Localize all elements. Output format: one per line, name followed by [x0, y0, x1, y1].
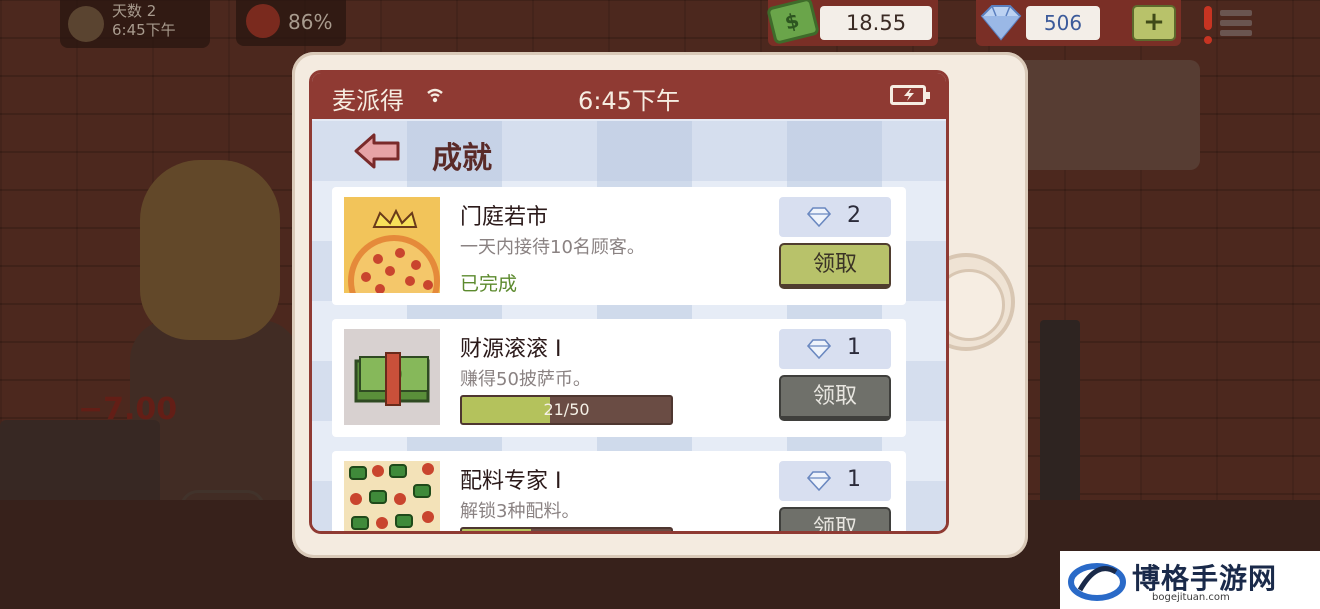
claim-button[interactable]: 领取 — [779, 375, 891, 421]
menu-icon[interactable] — [1220, 10, 1252, 42]
reward-amount: 1 — [847, 467, 861, 492]
satisfaction-value: 86% — [288, 10, 333, 34]
progress-fill — [462, 529, 531, 531]
phone-time: 6:45下午 — [578, 87, 680, 115]
diamond-icon — [806, 471, 832, 492]
angry-face-icon — [246, 4, 280, 38]
sun-icon — [68, 6, 104, 42]
pizza-crown-icon — [344, 197, 440, 293]
progress-bar: 21/50 — [460, 395, 673, 425]
satisfaction-panel: 86% — [236, 0, 346, 46]
progress-bar — [460, 527, 673, 531]
diamond-icon — [980, 5, 1022, 41]
phone-screen: 麦派得 6:45下午 成就 门庭若市 一天内接待10名顾客。 已完成 2 领取 … — [309, 70, 949, 534]
achievement-card: 配料专家 Ⅰ 解锁3种配料。 1 领取 — [332, 451, 906, 531]
achievement-name: 配料专家 Ⅰ — [460, 469, 562, 494]
cash-value: 18.55 — [820, 6, 932, 40]
phone-status-bar: 麦派得 6:45下午 — [312, 73, 946, 119]
achievement-name: 门庭若市 — [460, 205, 549, 230]
reward-amount: 1 — [847, 335, 861, 360]
diamond-icon — [806, 339, 832, 360]
achievement-card: 门庭若市 一天内接待10名顾客。 已完成 2 领取 — [332, 187, 906, 305]
watermark-logo-icon — [1068, 563, 1126, 601]
alert-icon[interactable] — [1201, 6, 1215, 46]
gem-value: 506 — [1026, 6, 1100, 40]
day-label: 天数 — [112, 2, 143, 20]
completed-status: 已完成 — [460, 273, 518, 295]
watermark-url: bogejituan.com — [1152, 592, 1230, 603]
watermark-title: 博格手游网 — [1132, 562, 1278, 595]
toppings-icon — [344, 461, 440, 531]
claim-button[interactable]: 领取 — [779, 243, 891, 289]
day-clock-panel: 天数 2 6:45下午 — [60, 0, 210, 48]
battery-icon — [890, 85, 930, 105]
claim-button[interactable]: 领取 — [779, 507, 891, 531]
money-bill-icon — [766, 0, 820, 45]
reward-badge: 1 — [779, 329, 891, 369]
reward-badge: 2 — [779, 197, 891, 237]
page-title: 成就 — [432, 141, 492, 176]
day-value: 2 — [146, 2, 157, 20]
cash-stack-icon — [344, 329, 440, 425]
gem-panel: 506 + — [976, 0, 1181, 46]
site-watermark: 博格手游网 bogejituan.com — [1060, 551, 1320, 609]
reward-amount: 2 — [847, 203, 861, 228]
achievement-name: 财源滚滚 Ⅰ — [460, 337, 562, 362]
reward-badge: 1 — [779, 461, 891, 501]
game-clock: 6:45下午 — [112, 21, 176, 39]
achievement-description: 赚得50披萨币。 — [460, 369, 591, 390]
achievement-description: 解锁3种配料。 — [460, 501, 580, 522]
diamond-icon — [806, 207, 832, 228]
achievement-card: 财源滚滚 Ⅰ 赚得50披萨币。 21/50 1 领取 — [332, 319, 906, 437]
back-arrow-icon[interactable] — [352, 131, 402, 171]
add-gems-button[interactable]: + — [1132, 5, 1176, 41]
progress-text: 21/50 — [543, 400, 590, 419]
cash-panel: 18.55 — [766, 0, 938, 46]
achievement-description: 一天内接待10名顾客。 — [460, 237, 645, 258]
